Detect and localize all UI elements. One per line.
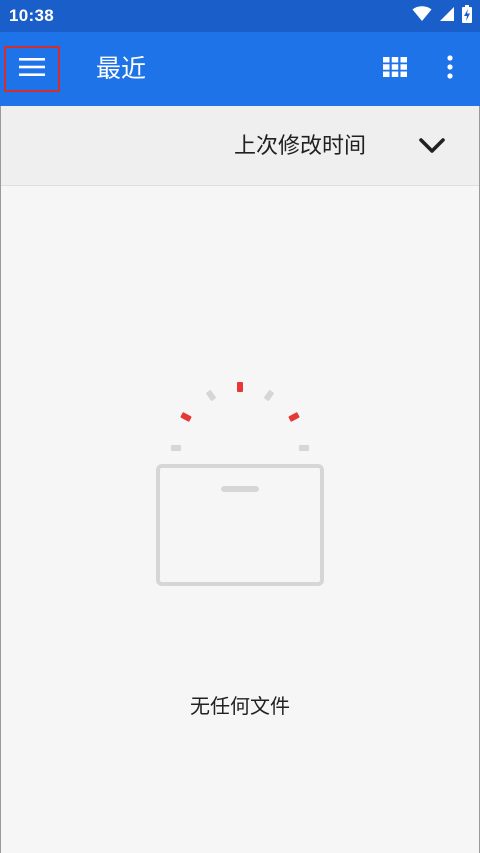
cellular-signal-icon (439, 6, 455, 26)
status-bar: 10:38 (0, 0, 480, 32)
left-border (0, 106, 1, 853)
empty-state: 无任何文件 (0, 186, 480, 853)
grid-view-icon (383, 57, 407, 81)
more-vert-icon (447, 55, 453, 83)
status-icons (412, 5, 472, 27)
grid-view-button[interactable] (382, 57, 408, 81)
status-time: 10:38 (9, 6, 54, 25)
empty-message: 无任何文件 (190, 694, 290, 718)
menu-button[interactable] (4, 46, 60, 92)
app-bar: 最近 (0, 32, 480, 106)
chevron-down-icon[interactable] (417, 134, 447, 158)
more-options-button[interactable] (440, 55, 460, 83)
wifi-icon (412, 6, 432, 26)
sort-bar[interactable]: 上次修改时间 (0, 106, 480, 186)
battery-charging-icon (462, 5, 472, 27)
menu-icon (19, 57, 45, 81)
empty-box-icon (150, 382, 330, 596)
sort-label: 上次修改时间 (234, 134, 367, 159)
page-title: 最近 (96, 54, 147, 83)
